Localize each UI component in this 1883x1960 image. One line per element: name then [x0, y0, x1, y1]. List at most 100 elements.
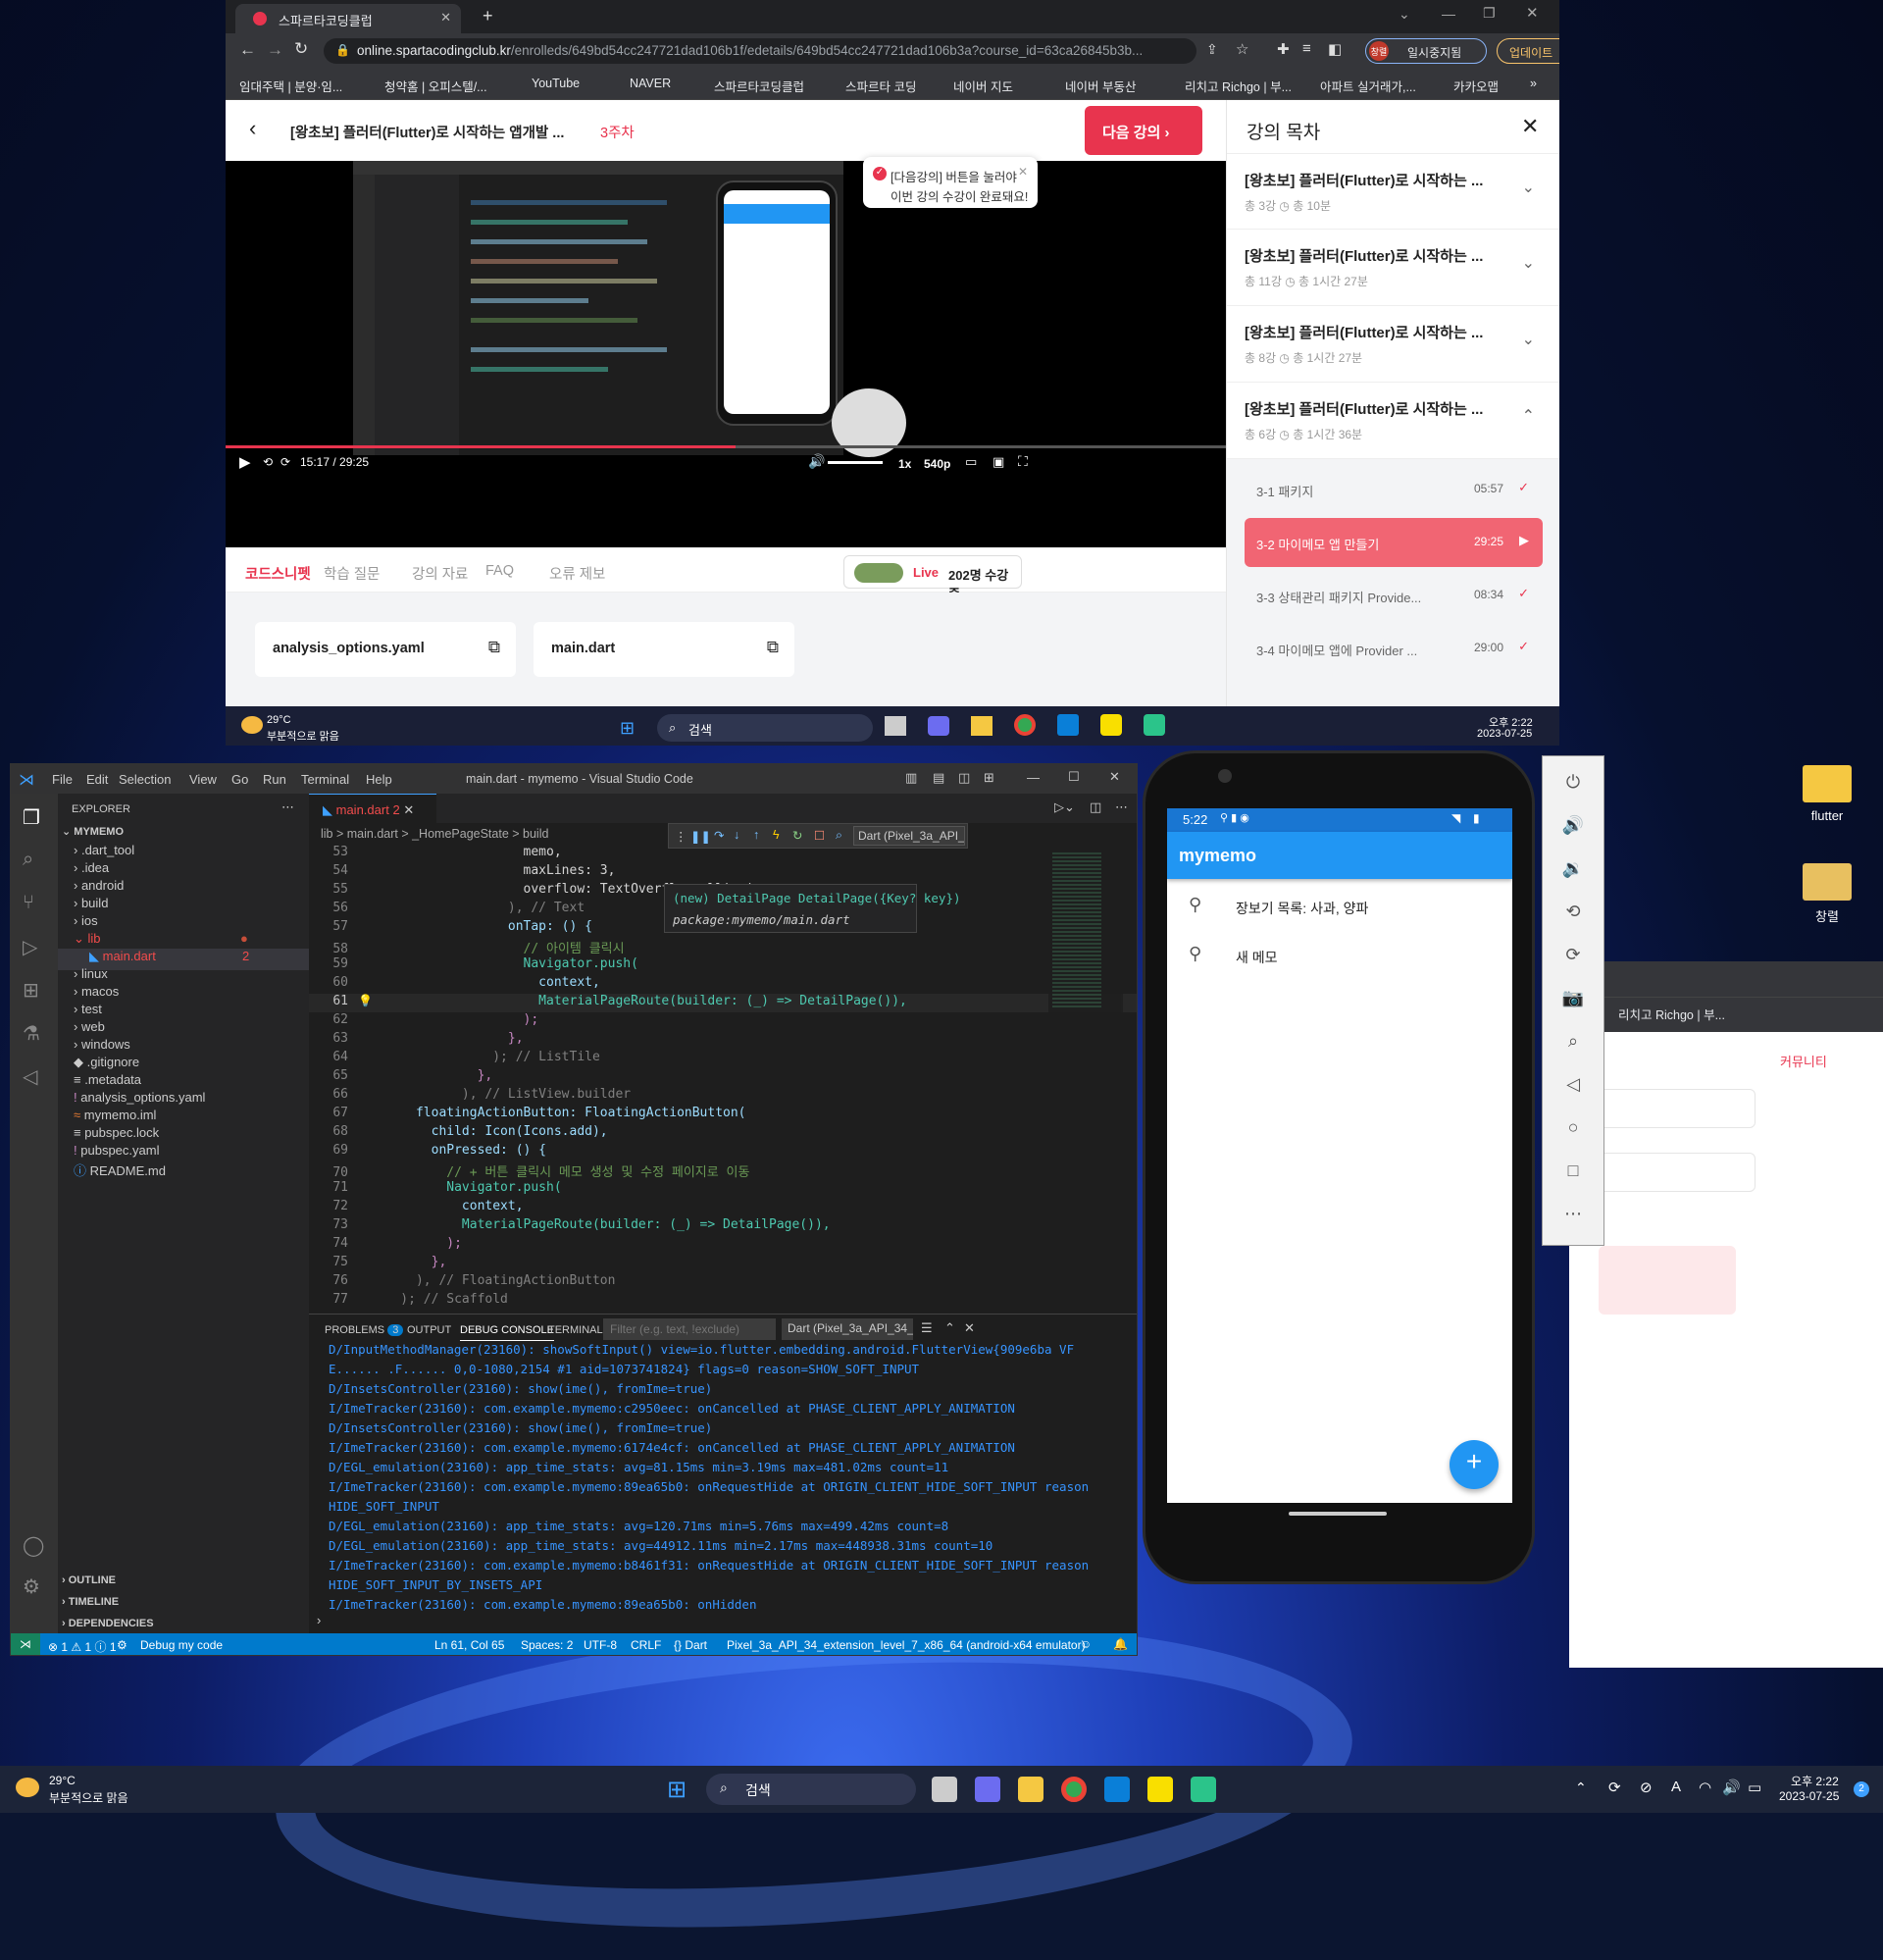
project-name[interactable]: ⌄ MYMEMO [62, 825, 124, 838]
bookmark-item[interactable]: 청약홈 | 오피스텔/... [384, 77, 487, 95]
progress-track[interactable] [226, 445, 1226, 448]
snippet-card[interactable]: analysis_options.yaml ⧉ [255, 622, 516, 677]
back-arrow-icon[interactable]: ‹ [249, 116, 256, 141]
kakaotalk-icon[interactable] [1100, 714, 1122, 736]
copy-icon[interactable]: ⧉ [767, 638, 779, 657]
side-panel-icon[interactable]: ◧ [1328, 40, 1342, 58]
forward-icon[interactable]: → [267, 40, 283, 60]
bookmark-item[interactable]: 임대주택 | 분양·임... [239, 77, 342, 95]
explorer-icon[interactable]: ❐ [23, 805, 40, 830]
taskbar-search[interactable]: ⌕ 검색 [657, 714, 873, 742]
browser-tab[interactable]: 스파르타코딩클럽 ✕ [235, 4, 461, 33]
bookmark-item[interactable]: NAVER [630, 77, 671, 90]
feedback-icon[interactable]: ☺ [1080, 1637, 1092, 1651]
step-over-icon[interactable]: ↷ [714, 828, 724, 843]
taskbar-time[interactable]: 오후 2:22 [1791, 1773, 1839, 1789]
vscode-icon[interactable] [1104, 1777, 1130, 1802]
close-tab-icon[interactable]: ✕ [440, 10, 451, 26]
indentation[interactable]: Spaces: 2 [521, 1638, 573, 1652]
vscode-icon[interactable] [1057, 714, 1079, 736]
hot-reload-icon[interactable]: ϟ [773, 828, 780, 842]
screenshot-icon[interactable]: 📷 [1543, 988, 1603, 1008]
more-icon[interactable]: ⋯ [1543, 1204, 1603, 1224]
remote-icon[interactable]: ⋊ [11, 1633, 40, 1655]
toc-week[interactable]: [왕초보] 플러터(Flutter)로 시작하는 ... 총 6강 ◷ 총 1시간… [1227, 383, 1559, 459]
volume-icon[interactable]: 🔊 [1722, 1779, 1741, 1796]
tree-file[interactable]: ⓘ README.md [58, 1161, 309, 1182]
pip-icon[interactable]: ▣ [992, 454, 1004, 470]
drag-handle-icon[interactable]: ⋮ [675, 829, 687, 844]
bookmark-item[interactable]: 네이버 지도 [953, 77, 1013, 95]
meet-icon[interactable] [928, 716, 949, 736]
taskview-icon[interactable] [932, 1777, 957, 1802]
bookmark-item[interactable]: 리치고 Richgo | 부... [1185, 77, 1292, 95]
timeline-section[interactable]: › TIMELINE [62, 1596, 119, 1608]
extensions-icon[interactable]: ⊞ [23, 978, 39, 1003]
forward-icon[interactable]: ⟳ [280, 455, 290, 469]
windows-start-icon[interactable]: ⊞ [667, 1776, 687, 1804]
explorer-icon[interactable] [1018, 1777, 1043, 1802]
bg-bookmark[interactable]: 리치고 Richgo | 부... [1618, 1005, 1725, 1023]
toc-week[interactable]: [왕초보] 플러터(Flutter)로 시작하는 ... 총 8강 ◷ 총 1시간… [1227, 306, 1559, 383]
zoom-icon[interactable]: ⌕ [1543, 1031, 1603, 1052]
reload-icon[interactable]: ↻ [294, 39, 308, 59]
copy-icon[interactable]: ⧉ [488, 638, 500, 657]
menu-selection[interactable]: Selection [119, 772, 171, 787]
encoding[interactable]: UTF-8 [584, 1638, 617, 1652]
new-tab-icon[interactable]: + [483, 6, 493, 26]
device-status[interactable]: Pixel_3a_API_34_extension_level_7_x86_64… [727, 1638, 1086, 1652]
close-icon[interactable]: ✕ [1521, 114, 1539, 139]
minimap[interactable] [1048, 849, 1123, 1015]
editor[interactable]: ◣ main.dart 2 ✕ ▷⌄ ◫ ⋯ lib > main.dart >… [309, 794, 1137, 1314]
panel-tab-debug-console[interactable]: DEBUG CONSOLE [460, 1324, 554, 1341]
taskbar-date[interactable]: 2023-07-25 [1779, 1789, 1839, 1803]
lesson-item[interactable]: 3-3 상태관리 패키지 Provide... 08:34 ✓ [1245, 571, 1543, 620]
problems-status[interactable]: ⊗ 1 ⚠ 1 ⓘ 1 [48, 1638, 117, 1655]
captions-icon[interactable]: ▭ [965, 454, 977, 470]
rotate-right-icon[interactable]: ⟳ [1543, 945, 1603, 965]
testing-icon[interactable]: ⚗ [23, 1021, 40, 1046]
line-ending[interactable]: CRLF [631, 1638, 661, 1652]
bookmark-item[interactable]: 네이버 부동산 [1065, 77, 1136, 95]
more-bookmarks-icon[interactable]: » [1530, 77, 1537, 90]
list-icon[interactable]: ☰ [921, 1320, 933, 1336]
console-filter-input[interactable] [603, 1318, 776, 1340]
bell-icon[interactable]: 🔔 [1113, 1637, 1128, 1651]
run-debug-icon[interactable]: ▷ [23, 935, 37, 959]
console-prompt-icon[interactable]: › [317, 1613, 321, 1627]
emulator-screen[interactable]: 5:22 ⚲ ▮ ◉ ◥ ▮ mymemo ⚲ 장보기 목록: 사과, 양파 ⚲… [1167, 808, 1512, 1503]
debug-device-select[interactable]: Dart (Pixel_3a_API_3 [853, 826, 965, 846]
minimize-icon[interactable]: — [1027, 770, 1040, 785]
extensions-icon[interactable]: ✚ [1277, 40, 1290, 58]
account-icon[interactable]: ◯ [23, 1533, 44, 1558]
close-window-icon[interactable]: ✕ [1526, 4, 1539, 22]
folder-icon[interactable] [1803, 863, 1852, 901]
layout-icon[interactable]: ▥ [905, 770, 917, 786]
chrome-icon[interactable] [1014, 714, 1036, 736]
layout-sidebar-icon[interactable]: ◫ [958, 770, 970, 786]
menu-run[interactable]: Run [263, 772, 286, 787]
menu-view[interactable]: View [189, 772, 217, 787]
restart-icon[interactable]: ↻ [792, 828, 802, 843]
devtools-icon[interactable]: ⌕ [836, 828, 842, 843]
notification-badge[interactable]: 2 [1854, 1781, 1869, 1797]
snippet-card[interactable]: main.dart ⧉ [534, 622, 794, 677]
panel-tab-terminal[interactable]: TERMINAL [548, 1324, 603, 1336]
bookmark-item[interactable]: 카카오맵 [1453, 77, 1499, 95]
tab-materials[interactable]: 강의 자료 [412, 563, 468, 584]
desktop-icon-flutter[interactable]: flutter [1783, 808, 1871, 823]
menu-go[interactable]: Go [231, 772, 248, 787]
step-into-icon[interactable]: ↓ [734, 828, 739, 842]
bg-nav-community[interactable]: 커뮤니티 [1780, 1052, 1827, 1070]
panel-tab-problems[interactable]: PROBLEMS 3 [325, 1324, 404, 1336]
step-out-icon[interactable]: ↑ [753, 828, 759, 842]
bookmark-item[interactable]: 스파르타코딩클럽 [714, 77, 804, 95]
next-lesson-button[interactable]: 다음 강의 › [1085, 106, 1202, 155]
debug-my-code[interactable]: Debug my code [140, 1638, 223, 1652]
chevron-up-icon[interactable]: ⌃ [944, 1320, 955, 1336]
emulator-icon[interactable] [1191, 1777, 1216, 1802]
menu-file[interactable]: File [52, 772, 73, 787]
split-editor-icon[interactable]: ◫ [1090, 799, 1101, 815]
tab-faq[interactable]: FAQ [485, 563, 514, 579]
chevron-down-icon[interactable]: ⌄ [1399, 6, 1410, 23]
